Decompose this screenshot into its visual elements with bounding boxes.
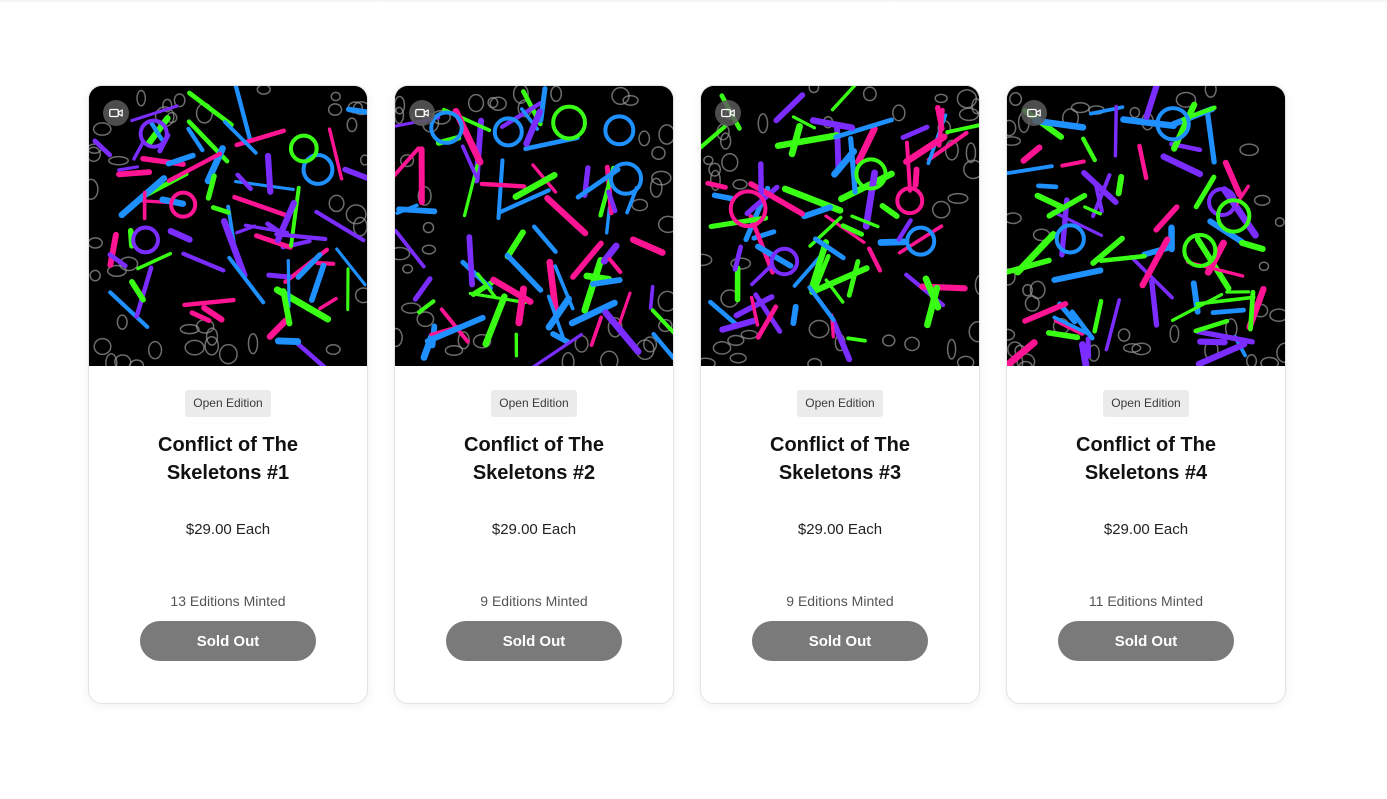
edition-badge: Open Edition [185, 390, 271, 417]
edition-badge: Open Edition [491, 390, 577, 417]
sold-out-button[interactable]: Sold Out [140, 621, 316, 661]
product-price: $29.00 Each [1103, 521, 1189, 538]
product-title[interactable]: Conflict of The Skeletons #1 [128, 431, 328, 487]
product-price: $29.00 Each [797, 521, 883, 538]
editions-minted: 9 Editions Minted [786, 593, 894, 609]
sold-out-button[interactable]: Sold Out [752, 621, 928, 661]
product-title[interactable]: Conflict of The Skeletons #4 [1046, 431, 1246, 487]
skeleton-artwork [701, 86, 979, 366]
top-divider [0, 0, 1387, 3]
product-card[interactable]: Open Edition Conflict of The Skeletons #… [88, 85, 368, 704]
video-camera-icon [103, 100, 129, 126]
video-camera-icon [1021, 100, 1047, 126]
skeleton-artwork [395, 86, 673, 366]
product-card[interactable]: Open Edition Conflict of The Skeletons #… [394, 85, 674, 704]
video-camera-icon [715, 100, 741, 126]
edition-badge: Open Edition [1103, 390, 1189, 417]
sold-out-button[interactable]: Sold Out [1058, 621, 1234, 661]
editions-minted: 11 Editions Minted [1088, 593, 1204, 609]
product-title[interactable]: Conflict of The Skeletons #2 [434, 431, 634, 487]
product-title[interactable]: Conflict of The Skeletons #3 [740, 431, 940, 487]
edition-badge: Open Edition [797, 390, 883, 417]
product-price: $29.00 Each [185, 521, 271, 538]
product-card[interactable]: Open Edition Conflict of The Skeletons #… [700, 85, 980, 704]
product-price: $29.00 Each [491, 521, 577, 538]
product-card[interactable]: Open Edition Conflict of The Skeletons #… [1006, 85, 1286, 704]
skeleton-artwork [1007, 86, 1285, 366]
editions-minted: 9 Editions Minted [480, 593, 588, 609]
artwork-thumbnail[interactable] [1007, 86, 1285, 366]
skeleton-artwork [89, 86, 367, 366]
editions-minted: 13 Editions Minted [170, 593, 286, 609]
artwork-thumbnail[interactable] [395, 86, 673, 366]
video-camera-icon [409, 100, 435, 126]
product-grid: Open Edition Conflict of The Skeletons #… [88, 85, 1286, 704]
artwork-thumbnail[interactable] [701, 86, 979, 366]
sold-out-button[interactable]: Sold Out [446, 621, 622, 661]
artwork-thumbnail[interactable] [89, 86, 367, 366]
